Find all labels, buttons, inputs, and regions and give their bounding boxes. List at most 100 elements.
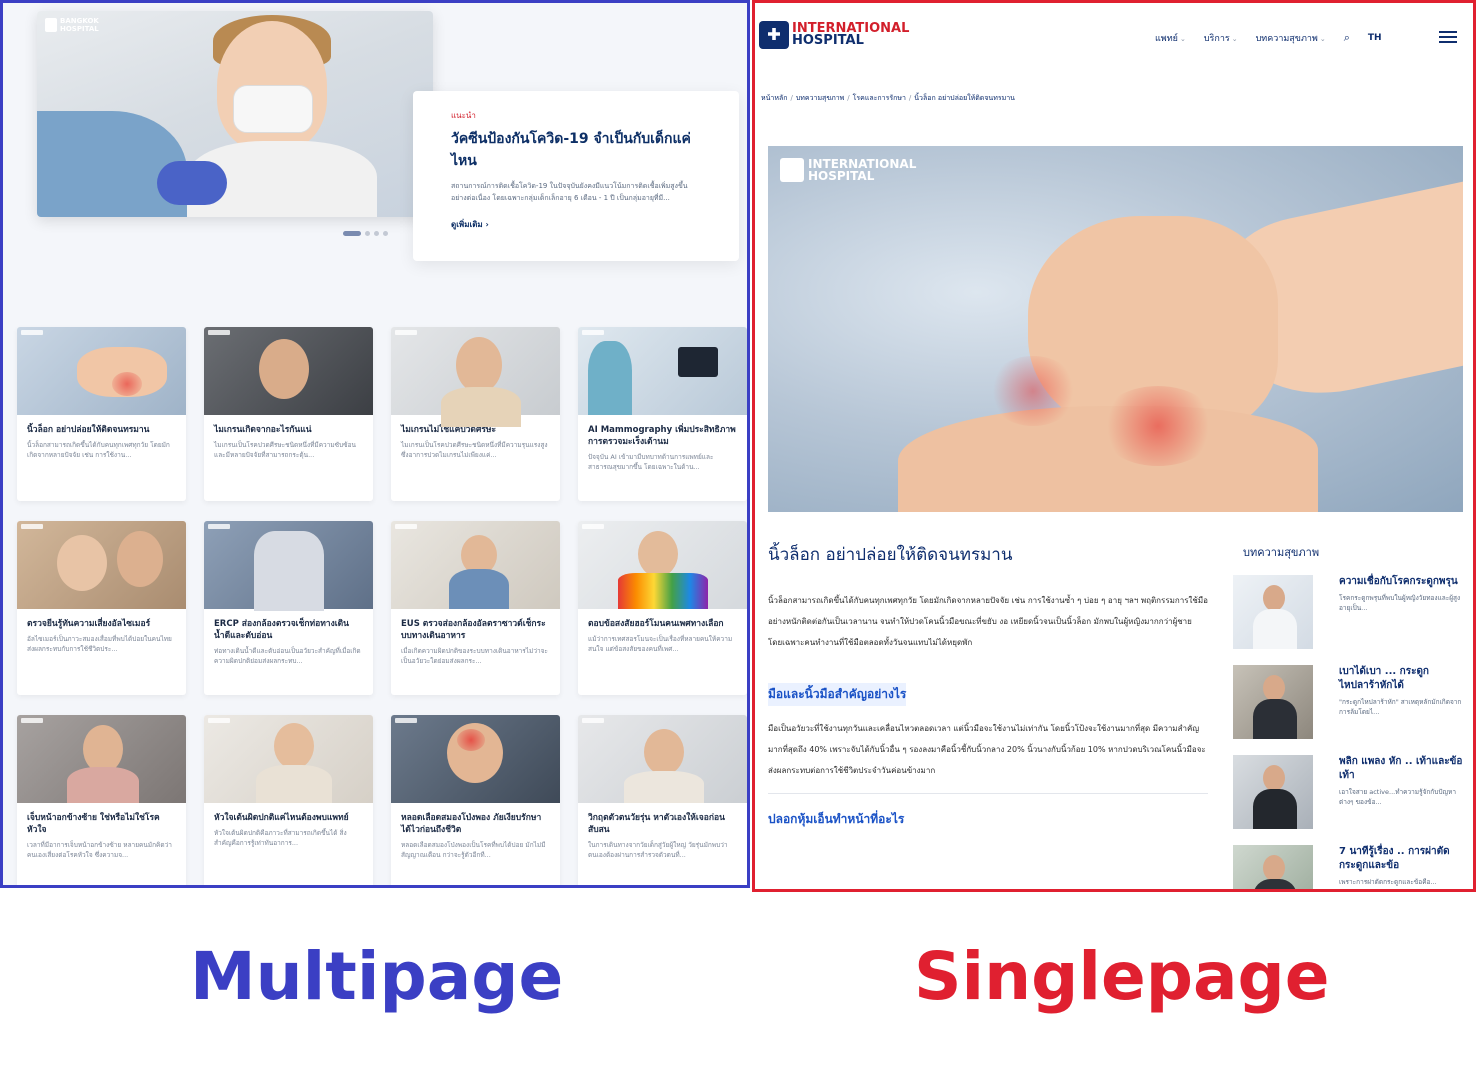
doctor-head [1263, 675, 1285, 701]
card-title: นิ้วล็อก อย่าปล่อยให้ติดจนทรมาน [27, 425, 150, 435]
related-article[interactable]: ความเชื่อกับโรคกระดูกพรุน โรคกระดูกพรุนที… [1233, 575, 1463, 665]
article-card[interactable]: ตรวจยีนรู้ทันความเสี่ยงอัลไซเมอร์ อัลไซเม… [17, 521, 186, 695]
hospital-cross-icon [780, 158, 804, 182]
article-card[interactable]: หลอดเลือดสมองโป่งพอง ภัยเงียบรักษาได้ไวก… [391, 715, 560, 885]
card-image [391, 327, 560, 427]
card-desc: ในการเดินทางจากวัยเด็กสู่วัยผู้ใหญ่ วัยร… [588, 841, 728, 859]
carousel-dot[interactable] [374, 231, 379, 236]
person-body [256, 765, 332, 803]
person-body [624, 771, 704, 803]
card-title: เจ็บหน้าอกข้างซ้าย ใช่หรือไม่ใช่โรคหัวใจ [27, 813, 160, 835]
card-logo [208, 524, 230, 529]
hospital-logo-icon [45, 18, 57, 32]
language-switch[interactable]: TH [1368, 33, 1382, 43]
person-figure [117, 531, 163, 587]
article-grid: นิ้วล็อก อย่าปล่อยให้ติดจนทรมานนิ้วล็อกส… [17, 327, 747, 885]
watermark-line2: HOSPITAL [808, 169, 875, 183]
card-desc: เมื่อเกิดความผิดปกติของระบบทางเดินอาหารไ… [401, 647, 548, 665]
search-icon[interactable]: ⌕ [1344, 31, 1350, 45]
singlepage-label: Singlepage [914, 938, 1330, 1015]
article-card[interactable]: ตอบข้อสงสัยฮอร์โมนคนเพศทางเลือก แม้ว่าการ… [578, 521, 747, 695]
related-thumbnail [1233, 575, 1313, 649]
chevron-down-icon: ⌄ [1231, 35, 1238, 43]
card-logo [395, 718, 417, 723]
card-desc: นิ้วล็อกสามารถเกิดขึ้นได้กับคนทุกเพศทุกว… [27, 441, 170, 459]
related-thumbnail [1233, 755, 1313, 829]
article-card[interactable]: ไมเกรนไม่ใช่แค่ปวดศีรษะ ไมเกรนเป็นโรคปวดศ… [391, 327, 560, 501]
article-subheading: มือและนิ้วมือสำคัญอย่างไร [768, 683, 907, 706]
related-title: เบาได้เบา ... กระดูกไหปลาร้าหักได้ [1339, 666, 1429, 691]
nav-item-articles[interactable]: บทความสุขภาพ ⌄ [1256, 31, 1326, 45]
related-title: ความเชื่อกับโรคกระดูกพรุน [1339, 576, 1458, 587]
hero-title[interactable]: วัคซีนป้องกันโควิด-19 จำเป็นกับเด็กแค่ไห… [451, 128, 701, 172]
read-more-link[interactable]: ดูเพิ่มเติม › [451, 218, 701, 231]
article-card[interactable]: เจ็บหน้าอกข้างซ้าย ใช่หรือไม่ใช่โรคหัวใจ… [17, 715, 186, 885]
pride-flag [618, 573, 708, 609]
card-desc: ไมเกรนเป็นโรคปวดศีรษะชนิดหนึ่งที่มีความร… [401, 441, 548, 459]
nav-label: บทความสุขภาพ [1255, 34, 1318, 44]
card-desc: หลอดเลือดสมองโป่งพองเป็นโรคที่พบได้บ่อย … [401, 841, 546, 859]
person-body [67, 767, 139, 803]
breadcrumb-category[interactable]: โรคและการรักษา [853, 94, 906, 102]
chevron-right-icon: › [485, 220, 489, 229]
card-logo [208, 718, 230, 723]
card-title: ERCP ส่องกล้องตรวจเช็กท่อทางเดินน้ำดีและ… [214, 619, 349, 641]
card-logo [395, 330, 417, 335]
person-figure [254, 531, 324, 611]
doctor-head [1263, 855, 1285, 881]
breadcrumb-home[interactable]: หน้าหลัก [761, 94, 787, 102]
logo-line2: HOSPITAL [792, 33, 864, 48]
carousel-dots [343, 231, 388, 236]
related-article[interactable]: พลิก แพลง หัก .. เท้าและข้อเท้า เอาใจสาย … [1233, 755, 1463, 845]
card-image [204, 715, 373, 803]
related-article[interactable]: 7 นาทีรู้เรื่อง .. การผ่าตัดกระดูกและข้อ… [1233, 845, 1463, 889]
article-subheading: ปลอกหุ้มเอ็นทำหน้าที่อะไร [768, 812, 905, 826]
person-figure [274, 723, 314, 769]
international-hospital-logo[interactable]: INTERNATIONAL HOSPITAL [759, 21, 909, 49]
card-logo [208, 330, 230, 335]
article-paragraph: นิ้วล็อกสามารถเกิดขึ้นได้กับคนทุกเพศทุกว… [768, 596, 1208, 647]
card-logo [395, 524, 417, 529]
card-desc: เวลาที่มีอาการเจ็บหน้าอกข้างซ้าย หลายคนม… [27, 841, 172, 859]
card-image [578, 715, 747, 803]
card-title: หลอดเลือดสมองโป่งพอง ภัยเงียบรักษาได้ไวก… [401, 813, 542, 835]
article-card[interactable]: หัวใจเต้นผิดปกติแค่ไหนต้องพบแพทย์ หัวใจเต… [204, 715, 373, 885]
person-figure [638, 531, 678, 577]
doctor-head [1263, 765, 1285, 791]
breadcrumb-articles[interactable]: บทความสุขภาพ [796, 94, 844, 102]
card-title: หัวใจเต้นผิดปกติแค่ไหนต้องพบแพทย์ [214, 813, 349, 823]
pain-glow [112, 372, 142, 396]
card-title: วิกฤตตัวตนวัยรุ่น หาตัวเองให้เจอก่อนสับส… [588, 813, 725, 835]
doctor-body [1253, 879, 1297, 889]
carousel-dot[interactable] [343, 231, 361, 236]
article-card[interactable]: AI Mammography เพิ่มประสิทธิภาพการตรวจมะ… [578, 327, 747, 501]
card-title: ตอบข้อสงสัยฮอร์โมนคนเพศทางเลือก [588, 619, 724, 629]
related-article[interactable]: เบาได้เบา ... กระดูกไหปลาร้าหักได้ "กระดู… [1233, 665, 1463, 755]
bangkok-hospital-logo: BANGKOK HOSPITAL [45, 17, 100, 33]
article-card[interactable]: วิกฤตตัวตนวัยรุ่น หาตัวเองให้เจอก่อนสับส… [578, 715, 747, 885]
carousel-dot[interactable] [365, 231, 370, 236]
nav-label: แพทย์ [1155, 34, 1178, 44]
hospital-cross-icon [759, 21, 789, 49]
carousel-dot[interactable] [383, 231, 388, 236]
nav-item-services[interactable]: บริการ ⌄ [1204, 31, 1238, 45]
article-card[interactable]: ไมเกรนเกิดจากอะไรกันแน่ ไมเกรนเป็นโรคปวดศ… [204, 327, 373, 501]
hamburger-menu-icon[interactable] [1439, 31, 1457, 46]
person-figure [456, 337, 502, 393]
pain-glow [457, 729, 485, 751]
hero-image[interactable]: BANGKOK HOSPITAL [37, 11, 433, 217]
article-hero-image: INTERNATIONAL HOSPITAL [768, 146, 1463, 512]
nav-label: บริการ [1203, 34, 1230, 44]
article-card[interactable]: EUS ตรวจส่องกล้องอัลตราซาวด์เช็กระบบทางเ… [391, 521, 560, 695]
related-title: พลิก แพลง หัก .. เท้าและข้อเท้า [1339, 756, 1463, 781]
related-title: 7 นาทีรู้เรื่อง .. การผ่าตัดกระดูกและข้อ [1339, 846, 1450, 871]
article-card[interactable]: นิ้วล็อก อย่าปล่อยให้ติดจนทรมานนิ้วล็อกส… [17, 327, 186, 501]
face-mask [233, 85, 313, 133]
nurse-sleeve [37, 111, 187, 217]
card-title: ไมเกรนเกิดจากอะไรกันแน่ [214, 425, 312, 435]
person-body [441, 387, 521, 427]
nav-item-doctors[interactable]: แพทย์ ⌄ [1155, 31, 1186, 45]
pain-glow [988, 356, 1078, 426]
person-figure [259, 339, 309, 399]
article-card[interactable]: ERCP ส่องกล้องตรวจเช็กท่อทางเดินน้ำดีและ… [204, 521, 373, 695]
